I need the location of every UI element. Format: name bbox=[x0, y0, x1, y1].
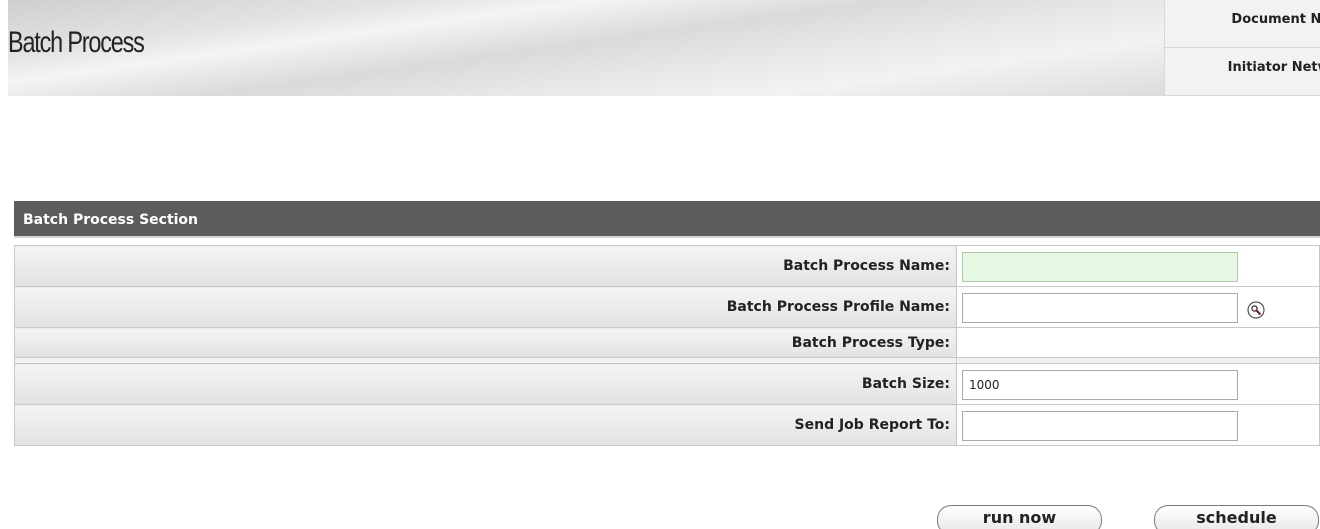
section-title: Batch Process Section bbox=[23, 212, 199, 228]
form-row-batch-process-type: Batch Process Type: bbox=[14, 327, 1320, 358]
batch-size-input[interactable] bbox=[962, 369, 1238, 400]
batch-size-label: Batch Size: bbox=[14, 363, 957, 405]
batch-process-form: Batch Process Name: Batch Process Profil… bbox=[14, 245, 1320, 446]
form-row-batch-size: Batch Size: bbox=[14, 363, 1320, 405]
batch-process-type-label: Batch Process Type: bbox=[14, 327, 957, 358]
batch-process-name-cell bbox=[956, 245, 1320, 287]
batch-process-name-input[interactable] bbox=[962, 251, 1238, 282]
page-header: Batch Process bbox=[8, 0, 1164, 96]
form-row-batch-process-name: Batch Process Name: bbox=[14, 245, 1320, 287]
send-job-report-to-input[interactable] bbox=[962, 410, 1238, 441]
batch-process-profile-name-label: Batch Process Profile Name: bbox=[14, 286, 957, 328]
section-header: Batch Process Section bbox=[14, 201, 1320, 238]
batch-process-name-label: Batch Process Name: bbox=[14, 245, 957, 287]
document-number-row: Document Nur bbox=[1165, 0, 1320, 48]
initiator-label: Initiator Networ bbox=[1227, 60, 1320, 75]
batch-process-profile-name-input[interactable] bbox=[962, 292, 1238, 323]
batch-process-profile-name-cell bbox=[956, 286, 1320, 328]
lookup-search-icon[interactable] bbox=[1247, 301, 1265, 319]
form-row-batch-process-profile-name: Batch Process Profile Name: bbox=[14, 286, 1320, 328]
document-info-panel: Document Nur Initiator Networ bbox=[1164, 0, 1320, 96]
send-job-report-to-label: Send Job Report To: bbox=[14, 404, 957, 446]
page-title: Batch Process bbox=[8, 26, 145, 59]
page: Batch Process Document Nur Initiator Net… bbox=[0, 0, 1320, 529]
batch-size-cell bbox=[956, 363, 1320, 405]
send-job-report-to-cell bbox=[956, 404, 1320, 446]
document-number-label: Document Nur bbox=[1231, 12, 1320, 27]
initiator-row: Initiator Networ bbox=[1165, 48, 1320, 96]
form-row-send-job-report-to: Send Job Report To: bbox=[14, 404, 1320, 446]
run-now-button[interactable]: run now bbox=[937, 505, 1102, 529]
batch-process-type-cell bbox=[956, 327, 1320, 358]
schedule-button[interactable]: schedule bbox=[1154, 505, 1319, 529]
